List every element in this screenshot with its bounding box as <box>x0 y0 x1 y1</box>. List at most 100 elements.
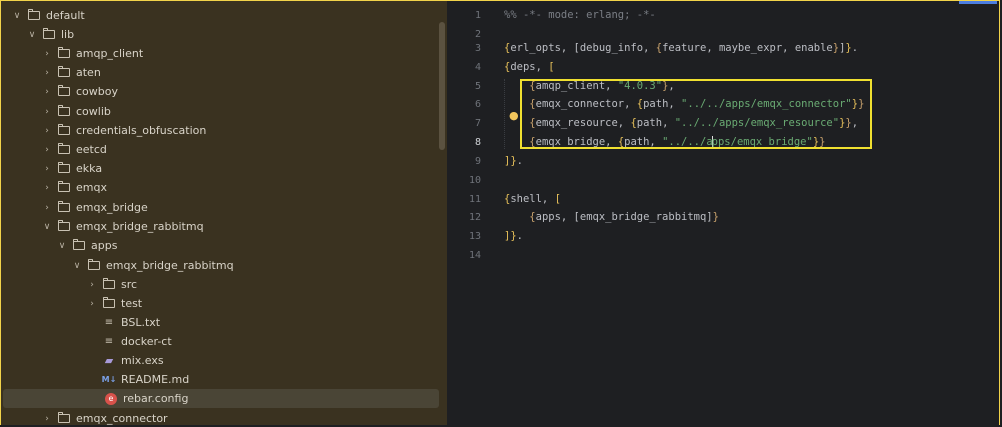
chevron-right-icon[interactable]: › <box>41 144 53 156</box>
tree-item[interactable]: › cowlib <box>1 102 439 121</box>
folder-icon <box>57 105 71 118</box>
chevron-right-icon[interactable]: › <box>86 298 98 310</box>
tree-item[interactable]: ▰ mix.exs <box>1 351 439 370</box>
folder-icon <box>87 259 101 272</box>
tree-item-label: emqx_bridge <box>76 201 148 214</box>
tree-item-label: amqp_client <box>76 47 144 60</box>
tree-item[interactable]: ≡ BSL.txt <box>1 313 439 332</box>
code-line-11[interactable]: {shell, [ <box>504 193 561 205</box>
tree-item-label: test <box>121 297 143 310</box>
project-tree: ∨ default ∨ lib › amqp_client › aten › cowboy › cow… <box>1 1 447 425</box>
chevron-right-icon[interactable]: › <box>41 202 53 214</box>
code-editor[interactable]: 1 2 3 4 5 6 7 8 9 10 11 12 13 14 ● %% -*- mode: erlan… <box>447 1 999 425</box>
tree-item[interactable]: › emqx_connector <box>1 409 439 425</box>
tree-item-label: docker-ct <box>121 335 172 348</box>
tree-item[interactable]: › amqp_client <box>1 44 439 63</box>
tree-scrollbar[interactable] <box>439 22 445 150</box>
folder-icon <box>42 28 56 41</box>
tree-item[interactable]: ∨ apps <box>1 236 439 255</box>
tree-item[interactable]: ≡ docker-ct <box>1 332 439 351</box>
tree-item[interactable]: › credentials_obfuscation <box>1 121 439 140</box>
tree-item[interactable]: › src <box>1 275 439 294</box>
chevron-down-icon[interactable]: ∨ <box>11 10 23 22</box>
code-line-3[interactable]: {erl_opts, [debug_info, {feature, maybe_… <box>504 42 858 54</box>
tree-item[interactable]: › eetcd <box>1 140 439 159</box>
tree-item-label: emqx <box>76 181 107 194</box>
code-line-13[interactable]: ]}. <box>504 230 523 242</box>
chevron-right-icon[interactable]: › <box>41 48 53 60</box>
tree-item-label: emqx_connector <box>76 412 168 425</box>
chevron-right-icon[interactable]: › <box>41 413 53 425</box>
line-number: 13 <box>468 231 481 242</box>
code-line-9[interactable]: ]}. <box>504 155 523 167</box>
chevron-right-icon[interactable]: › <box>86 279 98 291</box>
folder-icon <box>57 201 71 214</box>
folder-icon <box>102 297 116 310</box>
tree-item[interactable]: › emqx_bridge <box>1 198 439 217</box>
tree-item[interactable]: ∨ lib <box>1 25 439 44</box>
folder-icon <box>57 220 71 233</box>
folder-icon <box>57 181 71 194</box>
tree-item[interactable]: › ekka <box>1 159 439 178</box>
tree-item-label: mix.exs <box>121 354 164 367</box>
line-number: 14 <box>468 250 481 261</box>
folder-icon <box>27 9 41 22</box>
tree-item-label: src <box>121 278 138 291</box>
chevron-right-icon[interactable]: › <box>41 67 53 79</box>
tree-item-label: eetcd <box>76 143 107 156</box>
tree-item-label: default <box>46 9 85 22</box>
tree-item[interactable]: ∨ default <box>1 6 439 25</box>
deps-highlight-box <box>520 79 872 149</box>
tree-item-label: cowlib <box>76 105 111 118</box>
tree-item-label: aten <box>76 66 101 79</box>
code-line-12[interactable]: {apps, [emqx_bridge_rabbitmq]} <box>504 211 719 223</box>
line-number: 3 <box>474 43 481 54</box>
elixir-file-icon: ▰ <box>104 354 114 367</box>
chevron-right-icon[interactable]: › <box>41 106 53 118</box>
erlang-file-icon: e <box>104 392 118 405</box>
line-number: 7 <box>474 118 481 129</box>
tree-item[interactable]: › cowboy <box>1 82 439 101</box>
chevron-right-icon[interactable]: › <box>41 182 53 194</box>
line-number: 8 <box>474 137 481 148</box>
chevron-down-icon[interactable]: ∨ <box>41 221 53 233</box>
tree-item[interactable]: › aten <box>1 63 439 82</box>
tree-item-label: apps <box>91 239 118 252</box>
tree-item[interactable]: › emqx <box>1 178 439 197</box>
folder-icon <box>102 278 116 291</box>
chevron-down-icon[interactable]: ∨ <box>26 29 38 41</box>
tree-item[interactable]: M↓ README.md <box>1 370 439 389</box>
code-line-4[interactable]: {deps, [ <box>504 61 555 73</box>
markdown-file-icon: M↓ <box>101 375 117 384</box>
folder-icon <box>72 239 86 252</box>
line-number: 4 <box>474 62 481 73</box>
folder-icon <box>57 85 71 98</box>
code-line-1[interactable]: %% -*- mode: erlang; -*- <box>504 9 656 21</box>
line-number: 1 <box>474 10 481 21</box>
tree-item[interactable]: › test <box>1 294 439 313</box>
editor-top-indicator <box>959 1 997 4</box>
tree-item[interactable]: ∨ emqx_bridge_rabbitmq <box>1 217 439 236</box>
chevron-right-icon[interactable]: › <box>41 163 53 175</box>
folder-icon <box>57 162 71 175</box>
text-file-icon: ≡ <box>104 316 114 328</box>
folder-icon <box>57 143 71 156</box>
tree-item-label: emqx_bridge_rabbitmq <box>76 220 204 233</box>
tree-item[interactable]: e rebar.config <box>3 389 439 408</box>
chevron-down-icon[interactable]: ∨ <box>71 260 83 272</box>
folder-icon <box>57 412 71 425</box>
tree-item-label: README.md <box>121 373 190 386</box>
folder-icon <box>57 124 71 137</box>
tree-item-label: emqx_bridge_rabbitmq <box>106 259 234 272</box>
tree-item-label: ekka <box>76 162 103 175</box>
chevron-right-icon[interactable]: › <box>41 125 53 137</box>
chevron-right-icon[interactable]: › <box>41 86 53 98</box>
line-number: 9 <box>474 156 481 167</box>
chevron-down-icon[interactable]: ∨ <box>56 240 68 252</box>
tree-item[interactable]: ∨ emqx_bridge_rabbitmq <box>1 256 439 275</box>
